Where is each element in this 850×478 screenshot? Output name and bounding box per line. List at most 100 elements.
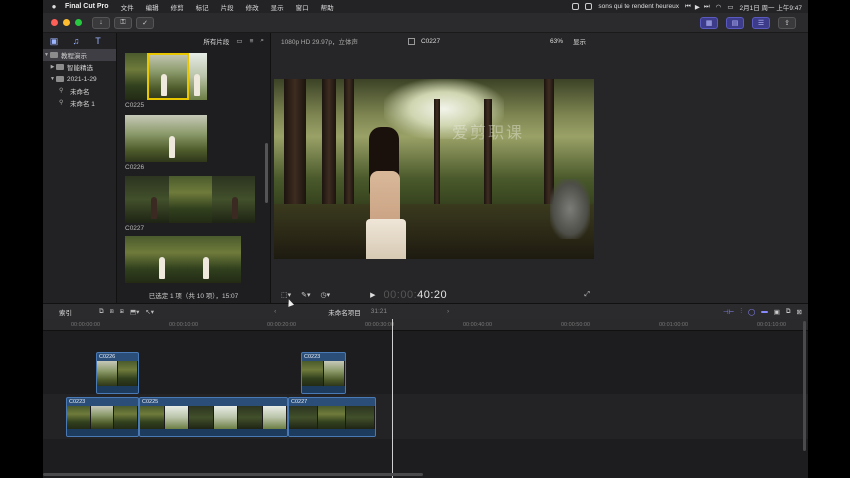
select-tool-icon[interactable]: ↖▾ bbox=[145, 308, 154, 316]
timeline-index-icon[interactable]: ⧉ bbox=[786, 308, 791, 316]
ruler-label: 00:01:00:00 bbox=[659, 322, 689, 328]
sidebar-item-keyword-1[interactable]: ⚲ 未命名 bbox=[43, 85, 116, 97]
battery-icon[interactable]: ▭ bbox=[727, 3, 733, 11]
play-button[interactable]: ▶ bbox=[370, 291, 375, 299]
browser-clip-c0225[interactable]: C0225 bbox=[125, 53, 207, 109]
timeline-clip-main-3[interactable]: C0227 bbox=[288, 397, 376, 437]
keywords-button[interactable]: ⚿ bbox=[114, 16, 132, 29]
filmstrip-view-icon[interactable]: ▭ bbox=[236, 37, 242, 45]
background-tasks-button[interactable]: ✓ bbox=[136, 16, 154, 29]
menu-file[interactable]: 文件 bbox=[121, 2, 134, 12]
apple-icon[interactable]: ● bbox=[43, 2, 65, 11]
minimize-window-button[interactable] bbox=[63, 19, 70, 26]
video-frame[interactable]: 爱剪职课 bbox=[274, 79, 594, 259]
menu-view[interactable]: 显示 bbox=[271, 2, 284, 12]
zoom-select[interactable]: 63% bbox=[550, 38, 563, 45]
menu-window[interactable]: 窗口 bbox=[296, 2, 309, 12]
show-browser-button[interactable]: ▦ bbox=[700, 16, 718, 29]
menu-help[interactable]: 帮助 bbox=[321, 2, 334, 12]
libraries-icon[interactable]: ▣ bbox=[49, 36, 59, 46]
show-timeline-button[interactable]: ▤ bbox=[726, 16, 744, 29]
timeline-clip-main-1[interactable]: C0223 bbox=[66, 397, 139, 437]
clock[interactable]: 2月1日 周一 上午9:47 bbox=[740, 2, 803, 12]
show-inspector-button[interactable]: ☰ bbox=[752, 16, 770, 29]
frame bbox=[346, 406, 375, 429]
speed-tool-icon[interactable]: ◷▾ bbox=[321, 291, 331, 299]
project-name-menu[interactable]: 未命名项目 bbox=[328, 307, 361, 317]
menu-clip[interactable]: 片段 bbox=[221, 2, 234, 12]
forward-arrow-icon[interactable]: › bbox=[447, 308, 449, 315]
settings-icon[interactable]: ≡ bbox=[250, 38, 254, 45]
sidebar-item-keyword-2[interactable]: ⚲ 未命名 1 bbox=[43, 97, 116, 109]
clip-thumbnail bbox=[125, 176, 169, 223]
zoom-window-button[interactable] bbox=[75, 19, 82, 26]
overwrite-clip-icon[interactable]: ⬒▾ bbox=[130, 308, 139, 316]
right-letterbox bbox=[808, 0, 850, 478]
disclosure-icon[interactable]: ▶ bbox=[49, 64, 56, 70]
wifi-icon[interactable]: ◠ bbox=[716, 3, 722, 11]
playhead[interactable] bbox=[392, 319, 393, 478]
menu-mark[interactable]: 标记 bbox=[196, 2, 209, 12]
share-button[interactable]: ⇪ bbox=[778, 16, 796, 29]
timeline[interactable]: 00:00:00:00 00:00:10:00 00:00:20:00 00:0… bbox=[43, 319, 808, 478]
timeline-clip-upper-1[interactable]: C0226 bbox=[96, 352, 139, 394]
ruler-label: 00:01:10:00 bbox=[757, 322, 787, 328]
app-menu[interactable]: Final Cut Pro bbox=[65, 3, 109, 10]
clip-title: C0227 bbox=[291, 399, 308, 405]
browser-clip-next[interactable] bbox=[125, 236, 241, 283]
browser-status: 已选定 1 项（共 10 项），15:07 bbox=[148, 293, 239, 300]
snapping-icon[interactable]: ▬ bbox=[761, 308, 768, 316]
menu-edit[interactable]: 编辑 bbox=[146, 2, 159, 12]
back-arrow-icon[interactable]: ‹ bbox=[274, 308, 276, 315]
clip-name: C0227 bbox=[125, 225, 145, 232]
wechat-icon[interactable] bbox=[572, 3, 580, 10]
titles-generators-icon[interactable]: T bbox=[93, 36, 103, 46]
sidebar-item-event[interactable]: ▼ 2021-1-29 bbox=[43, 73, 116, 85]
person-figure bbox=[151, 197, 157, 219]
sidebar-item-library[interactable]: ▼ 教程演示 bbox=[43, 49, 116, 61]
browser-clip-c0226[interactable]: C0226 bbox=[125, 115, 207, 171]
insert-clip-icon[interactable]: ⧈ bbox=[110, 308, 114, 316]
libraries-sidebar: ▣ ♫ T ▼ 教程演示 ▶ 智能精选 ▼ 2021-1-29 ⚲ 未命名 ⚲ … bbox=[43, 33, 117, 303]
frame bbox=[90, 406, 115, 429]
music-icon[interactable] bbox=[585, 3, 593, 10]
frame bbox=[289, 406, 318, 429]
timeline-ruler[interactable]: 00:00:00:00 00:00:10:00 00:00:20:00 00:0… bbox=[43, 319, 808, 331]
menu-modify[interactable]: 修改 bbox=[246, 2, 259, 12]
disclosure-icon[interactable]: ▼ bbox=[43, 52, 50, 58]
clip-appearance-icon[interactable]: ▣ bbox=[774, 308, 780, 316]
clip-filter-select[interactable]: 所有片段 bbox=[203, 36, 229, 46]
timeline-clip-main-2[interactable]: C0225 bbox=[139, 397, 288, 437]
sidebar-item-smart-collections[interactable]: ▶ 智能精选 bbox=[43, 61, 116, 73]
skimming-icon[interactable]: ⊣⊢ bbox=[723, 308, 734, 316]
solo-icon[interactable]: ◯ bbox=[748, 308, 755, 316]
audio-skimming-icon[interactable]: ⫶ bbox=[740, 308, 742, 316]
sidebar-item-label: 教程演示 bbox=[61, 53, 87, 60]
photos-audio-icon[interactable]: ♫ bbox=[71, 36, 81, 46]
timeline-clip-upper-2[interactable]: C0223 bbox=[301, 352, 346, 394]
search-icon[interactable]: ⌕ bbox=[260, 37, 264, 45]
connect-clip-icon[interactable]: ⧉ bbox=[99, 308, 104, 316]
import-button[interactable]: ↓ bbox=[92, 16, 110, 29]
display-menu[interactable]: 显示 bbox=[573, 36, 586, 46]
index-button[interactable]: 索引 bbox=[59, 307, 99, 317]
now-playing-title: sons qui te rendent heureux bbox=[598, 3, 679, 10]
effects-browser-icon[interactable]: ⊠ bbox=[797, 308, 802, 316]
timecode[interactable]: 40:20 bbox=[417, 289, 447, 301]
event-icon bbox=[56, 76, 64, 82]
timeline-vertical-scrollbar[interactable] bbox=[803, 321, 806, 451]
share-icon: ⇪ bbox=[784, 19, 790, 27]
previous-track-icon[interactable]: ⏮ bbox=[685, 3, 691, 11]
enhance-tool-icon[interactable]: ✎▾ bbox=[301, 291, 310, 299]
fullscreen-icon[interactable]: ⤢ bbox=[584, 291, 590, 299]
append-clip-icon[interactable]: ⧆ bbox=[120, 308, 124, 316]
browser-clip-c0227[interactable]: C0227 bbox=[125, 176, 255, 232]
timeline-horizontal-scrollbar[interactable] bbox=[43, 473, 423, 476]
next-track-icon[interactable]: ⏭ bbox=[704, 3, 710, 11]
viewer: 1080p HD 29.97p，立体声 C0227 63% 显示 爱剪职课 ⬚▾… bbox=[270, 33, 600, 303]
browser-scrollbar[interactable] bbox=[265, 143, 268, 203]
close-window-button[interactable] bbox=[51, 19, 58, 26]
menu-trim[interactable]: 修剪 bbox=[171, 2, 184, 12]
disclosure-icon[interactable]: ▼ bbox=[49, 76, 56, 82]
play-icon[interactable]: ▶ bbox=[695, 3, 700, 11]
